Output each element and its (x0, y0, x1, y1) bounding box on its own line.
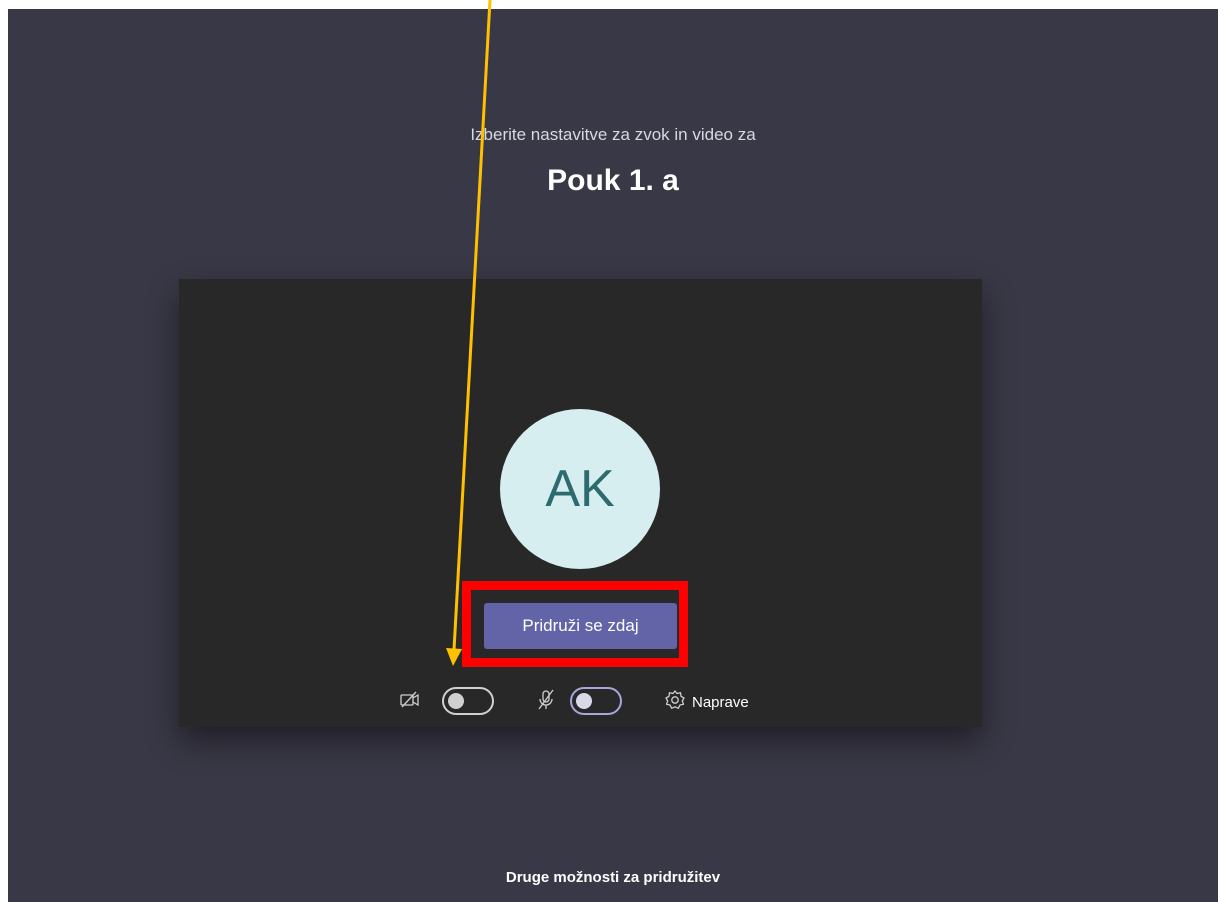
annotation-arrow-head (446, 648, 462, 666)
annotation-arrow (446, 0, 492, 666)
annotation-arrow-line (452, 0, 492, 651)
